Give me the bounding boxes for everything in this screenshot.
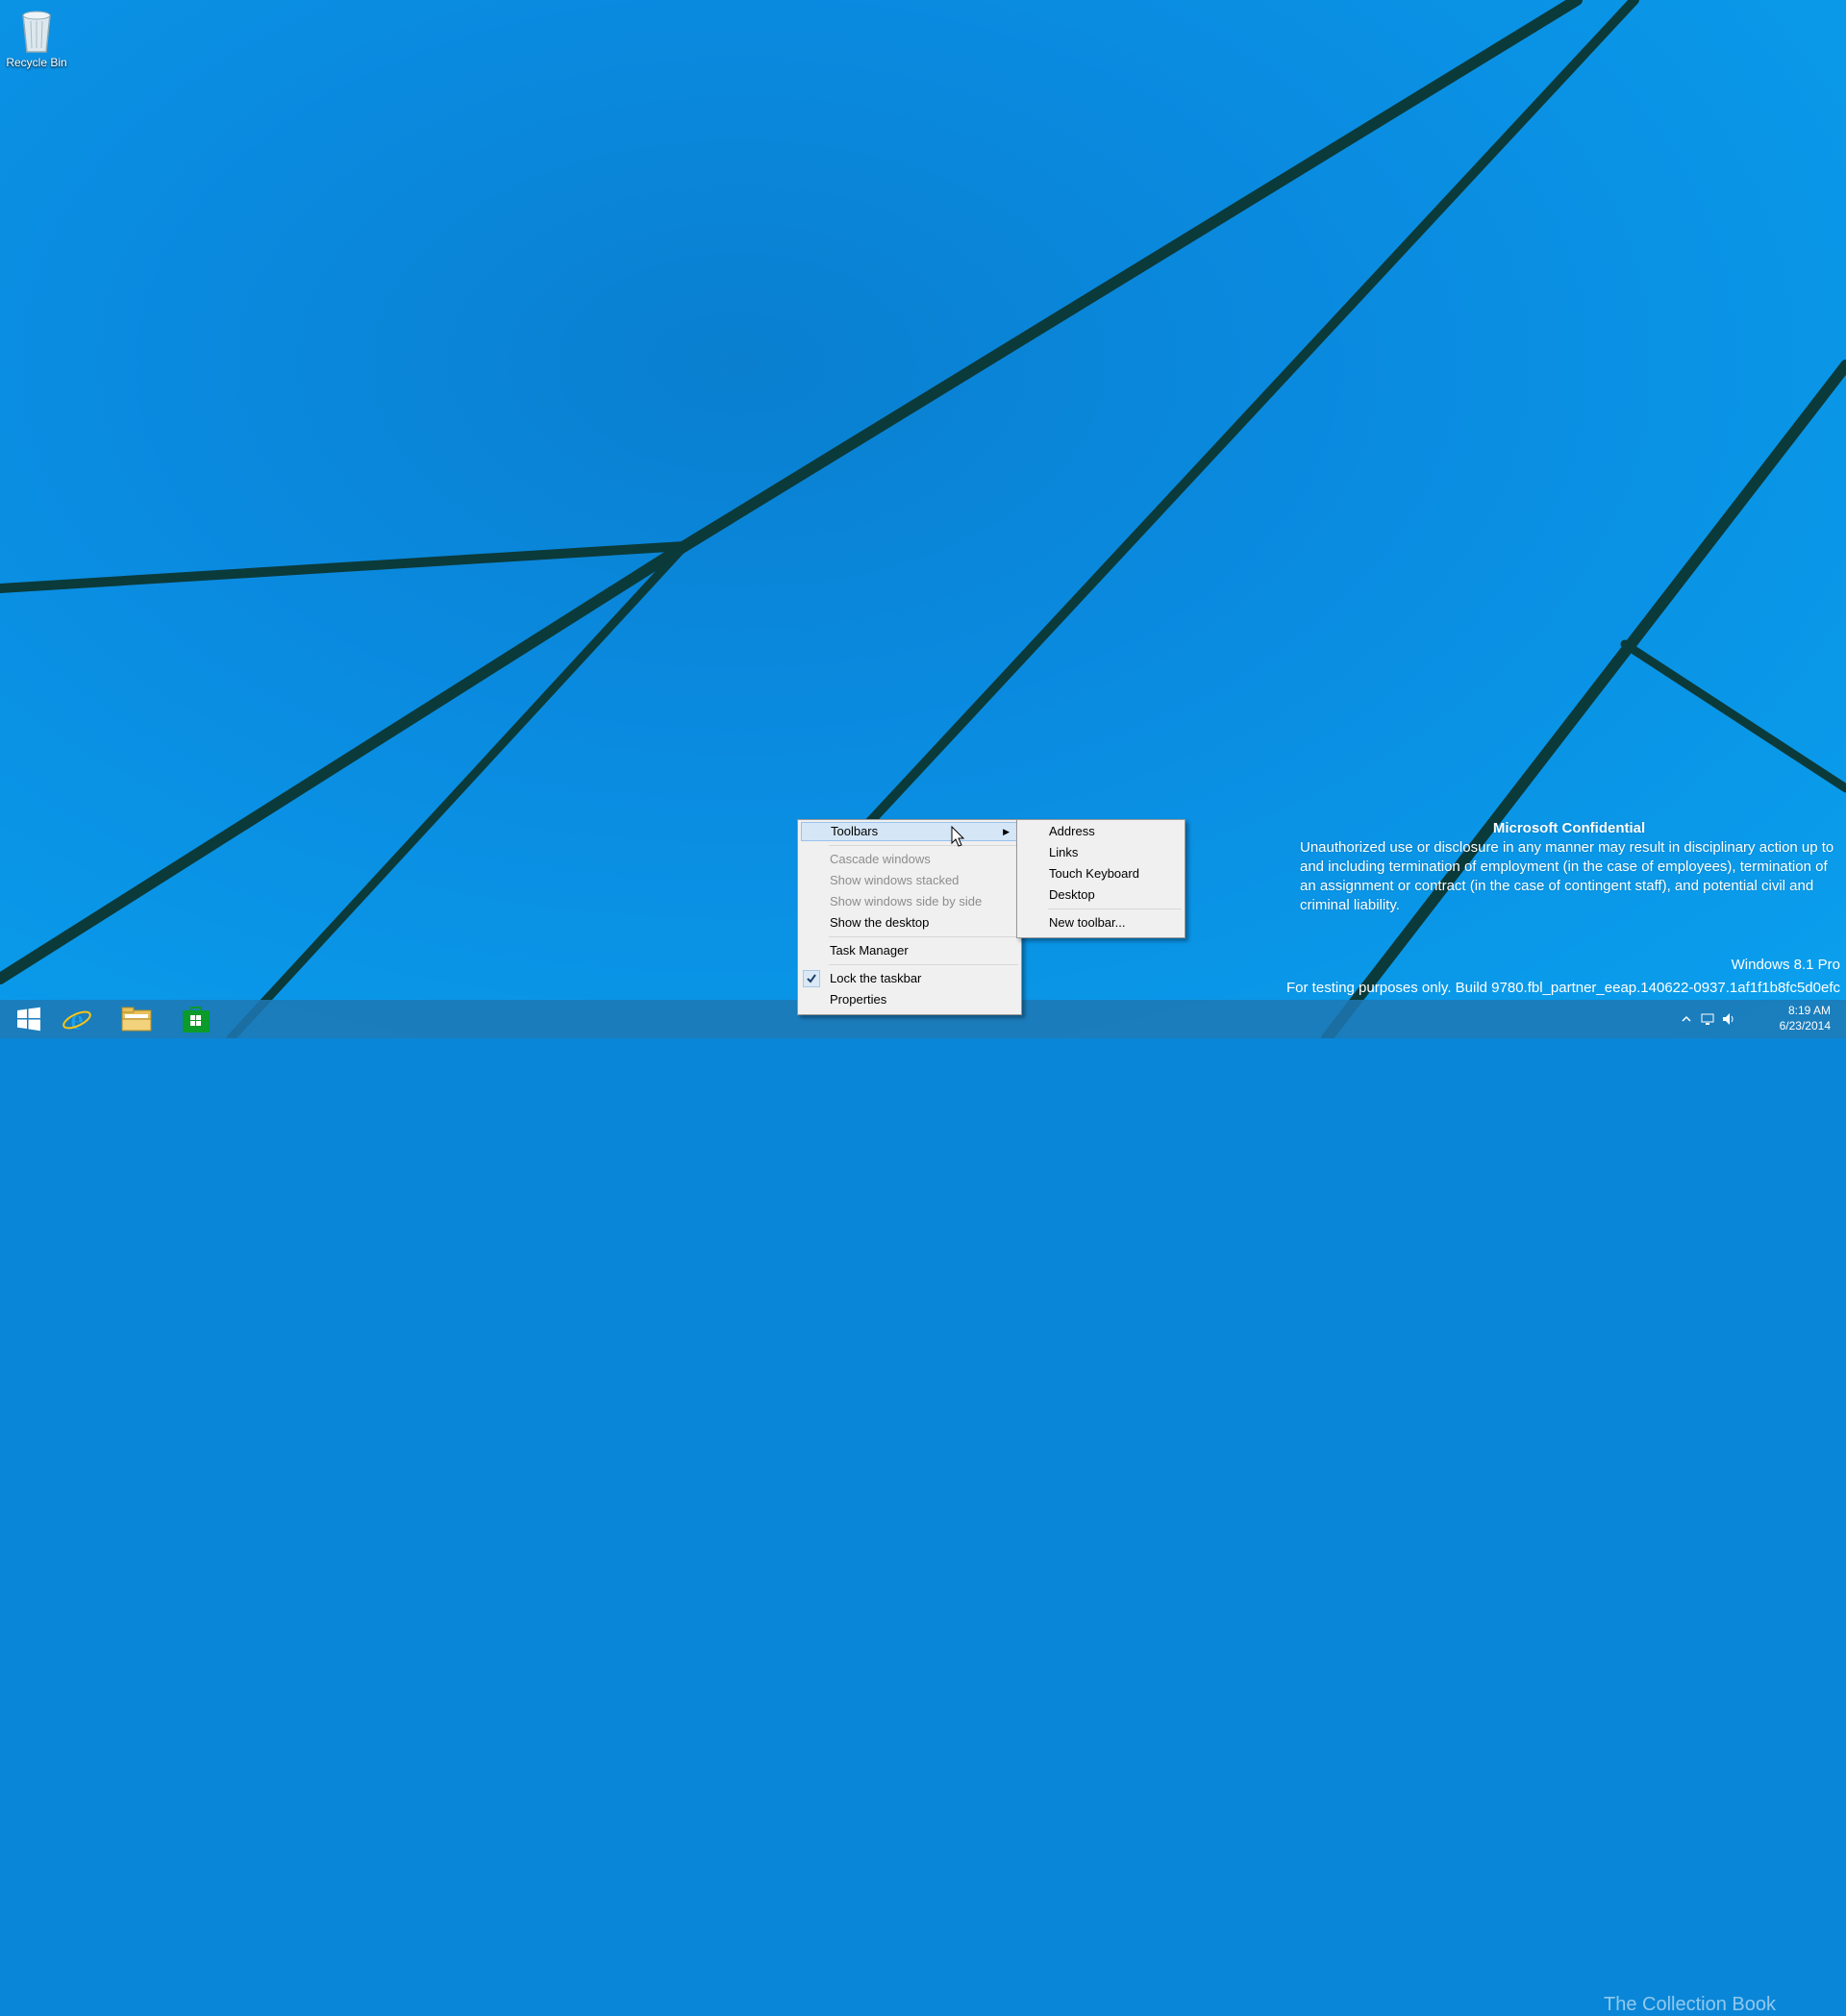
menu-item-label: New toolbar... [1049,915,1126,930]
clock-date: 6/23/2014 [1779,1019,1831,1033]
menu-item-label: Task Manager [830,943,909,958]
menu-item-properties[interactable]: Properties [801,990,1018,1009]
collection-book-overlay: The Collection Book [1604,1994,1776,2015]
volume-icon[interactable] [1721,1011,1736,1027]
menu-separator [829,936,1018,937]
submenu-item-touch-keyboard[interactable]: Touch Keyboard [1020,864,1182,884]
store-button[interactable] [167,1000,225,1038]
taskbar-context-menu[interactable]: Toolbars ▶ Cascade windows Show windows … [797,819,1022,1015]
menu-item-toolbars[interactable]: Toolbars ▶ [801,822,1018,841]
clock[interactable]: 8:19 AM 6/23/2014 [1780,1003,1831,1033]
internet-explorer-button[interactable]: e [48,1000,106,1038]
menu-item-label: Cascade windows [830,852,931,866]
menu-separator [829,964,1018,965]
desktop-icon-label: Recycle Bin [6,56,67,69]
watermark-title: Microsoft Confidential [1492,820,1646,836]
submenu-item-address[interactable]: Address [1020,822,1182,841]
menu-item-task-manager[interactable]: Task Manager [801,941,1018,960]
file-explorer-button[interactable] [108,1000,165,1038]
windows-edition-label: Windows 8.1 Pro [1731,957,1840,973]
show-hidden-icons-icon[interactable] [1679,1011,1694,1027]
desktop-icon-recycle-bin[interactable]: Recycle Bin [4,6,69,69]
menu-item-label: Lock the taskbar [830,971,922,985]
menu-item-lock-the-taskbar[interactable]: Lock the taskbar [801,969,1018,988]
store-bag-icon [183,1007,210,1033]
menu-item-show-windows-stacked: Show windows stacked [801,871,1018,890]
toolbars-submenu[interactable]: Address Links Touch Keyboard Desktop New… [1016,819,1185,938]
menu-separator [1048,908,1182,909]
menu-item-label: Desktop [1049,887,1095,902]
recycle-bin-icon [17,6,56,54]
menu-item-label: Address [1049,824,1095,838]
menu-item-label: Toolbars [831,824,879,838]
watermark-body: Unauthorized use or disclosure in any ma… [1300,839,1834,913]
submenu-arrow-icon: ▶ [1003,827,1010,836]
confidential-watermark: Microsoft Confidential Unauthorized use … [1300,819,1838,915]
submenu-item-desktop[interactable]: Desktop [1020,885,1182,905]
menu-item-cascade-windows: Cascade windows [801,850,1018,869]
menu-item-label: Properties [830,992,887,1007]
build-string-label: For testing purposes only. Build 9780.fb… [1286,980,1840,996]
menu-separator [829,845,1018,846]
submenu-item-new-toolbar[interactable]: New toolbar... [1020,913,1182,933]
menu-item-label: Touch Keyboard [1049,866,1139,881]
internet-explorer-icon: e [62,1004,91,1034]
mouse-cursor-icon [951,826,965,847]
windows-logo-icon [17,1007,40,1032]
menu-item-label: Show the desktop [830,915,930,930]
folder-icon [121,1007,152,1032]
menu-item-label: Show windows stacked [830,873,960,887]
svg-text:e: e [70,1004,84,1034]
menu-item-label: Links [1049,845,1079,859]
clock-time: 8:19 AM [1787,1004,1831,1017]
menu-item-show-windows-side-by-side: Show windows side by side [801,892,1018,911]
submenu-item-links[interactable]: Links [1020,843,1182,862]
checkmark-icon [803,970,820,987]
menu-item-label: Show windows side by side [830,894,983,908]
system-tray[interactable]: 8:19 AM 6/23/2014 [1654,1000,1846,1038]
menu-item-show-the-desktop[interactable]: Show the desktop [801,913,1018,933]
network-icon[interactable] [1700,1011,1715,1027]
